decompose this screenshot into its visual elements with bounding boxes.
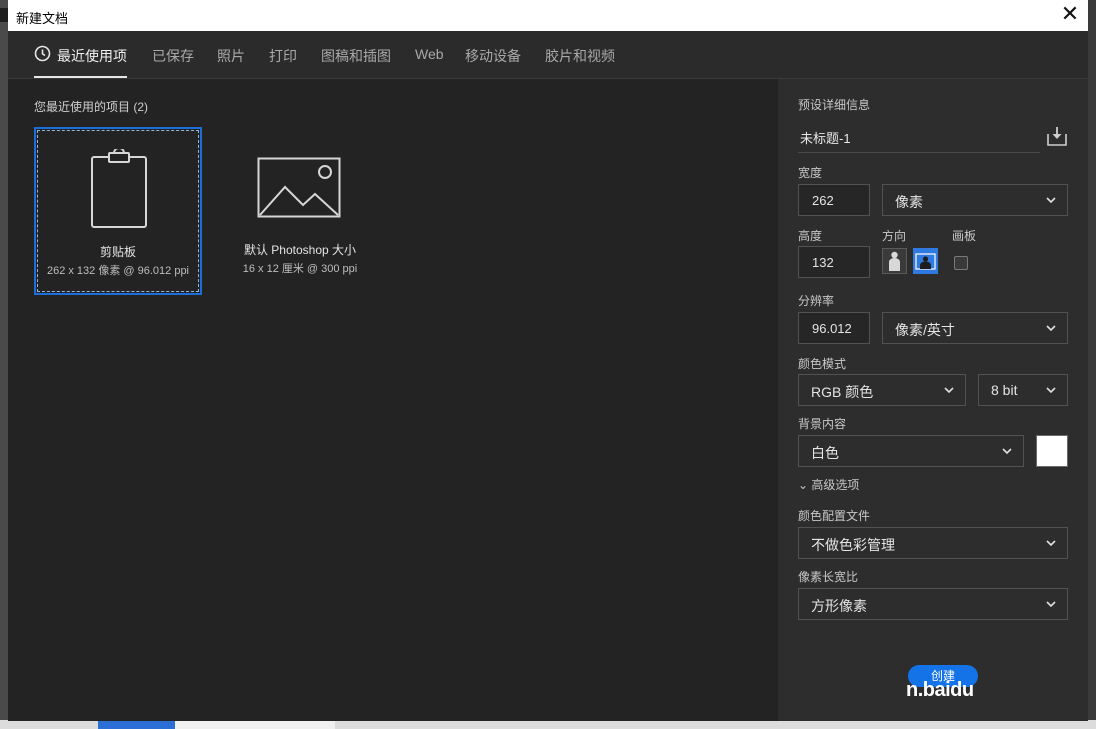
preset-details-heading: 预设详细信息 (798, 98, 871, 112)
tab-recent[interactable]: 最近使用项 (57, 46, 127, 66)
tab-print[interactable]: 打印 (269, 46, 297, 66)
width-unit-value: 像素 (895, 194, 923, 210)
artboard-checkbox[interactable] (954, 256, 968, 270)
recent-item-name: 剪贴板 (99, 245, 136, 259)
pixel-aspect-select[interactable]: 方形像素 (798, 588, 1068, 620)
chevron-down-icon (1046, 540, 1056, 547)
tab-web[interactable]: Web (415, 46, 444, 62)
background-label: 背景内容 (798, 417, 847, 431)
tab-photo[interactable]: 照片 (217, 46, 245, 66)
portrait-icon (889, 251, 900, 271)
window-title: 新建文档 (16, 11, 69, 26)
recent-heading: 您最近使用的项目 (2) (34, 100, 149, 114)
recent-items-panel: 您最近使用的项目 (2) 剪贴板 262 x 132 像素 @ 96.012 p… (8, 79, 778, 721)
width-input[interactable]: 262 (798, 184, 870, 216)
resolution-input[interactable]: 96.012 (798, 312, 870, 344)
chevron-down-icon: ⌄ (798, 478, 809, 492)
tab-art-illustration[interactable]: 图稿和插图 (321, 46, 391, 66)
chevron-down-icon (1046, 325, 1056, 332)
color-profile-label: 颜色配置文件 (798, 509, 871, 523)
resolution-label: 分辨率 (798, 294, 835, 308)
image-icon (257, 157, 341, 218)
tab-film-video[interactable]: 胶片和视频 (545, 46, 615, 66)
background-taskbar (0, 720, 1096, 729)
color-mode-value: RGB 颜色 (811, 384, 874, 400)
background-value: 白色 (811, 445, 839, 461)
chevron-down-icon (1046, 197, 1056, 204)
orientation-label: 方向 (882, 229, 907, 243)
color-mode-select[interactable]: RGB 颜色 (798, 374, 966, 406)
recent-item-name: 默认 Photoshop 大小 (243, 243, 357, 257)
portrait-orientation-button[interactable] (882, 248, 907, 274)
chevron-down-icon (1046, 387, 1056, 394)
preset-details-panel: 预设详细信息 未标题-1 宽度 262 像素 高度 方向 画板 132 分辨率 … (778, 79, 1088, 721)
title-bar: 新建文档 ✕ (8, 0, 1088, 31)
document-name-field[interactable]: 未标题-1 (798, 121, 1040, 153)
save-preset-icon[interactable] (1046, 125, 1068, 147)
width-label: 宽度 (798, 166, 823, 180)
width-unit-select[interactable]: 像素 (882, 184, 1068, 216)
bit-depth-value: 8 bit (991, 382, 1018, 398)
color-profile-value: 不做色彩管理 (811, 537, 895, 553)
recent-item-clipboard[interactable]: 剪贴板 262 x 132 像素 @ 96.012 ppi (34, 127, 202, 295)
watermark: n.baidu (906, 679, 974, 701)
close-button[interactable]: ✕ (1058, 3, 1082, 27)
background-color-swatch[interactable] (1036, 435, 1068, 467)
resolution-unit-value: 像素/英寸 (895, 322, 955, 338)
color-profile-select[interactable]: 不做色彩管理 (798, 527, 1068, 559)
landscape-orientation-button[interactable] (913, 248, 938, 274)
chevron-down-icon (1002, 448, 1012, 455)
height-label: 高度 (798, 229, 823, 243)
artboard-label: 画板 (952, 229, 977, 243)
chevron-down-icon (944, 387, 954, 394)
clock-icon (34, 45, 51, 62)
clipboard-icon (91, 149, 147, 228)
recent-item-meta: 16 x 12 厘米 @ 300 ppi (242, 263, 358, 275)
recent-item-default-size[interactable]: 默认 Photoshop 大小 16 x 12 厘米 @ 300 ppi (216, 127, 384, 295)
bit-depth-select[interactable]: 8 bit (978, 374, 1068, 406)
active-tab-underline (34, 76, 127, 78)
color-mode-label: 颜色模式 (798, 357, 847, 371)
new-document-dialog: 新建文档 ✕ 最近使用项 已保存 照片 打印 图稿和插图 Web 移动设备 胶片… (8, 0, 1088, 721)
background-app-left-edge (0, 0, 8, 729)
pixel-aspect-label: 像素长宽比 (798, 570, 859, 584)
preset-tabs: 最近使用项 已保存 照片 打印 图稿和插图 Web 移动设备 胶片和视频 (8, 31, 1088, 79)
tab-saved[interactable]: 已保存 (152, 46, 194, 66)
landscape-icon (915, 253, 936, 270)
resolution-unit-select[interactable]: 像素/英寸 (882, 312, 1068, 344)
pixel-aspect-value: 方形像素 (811, 598, 867, 614)
height-input[interactable]: 132 (798, 246, 870, 278)
advanced-options-label: 高级选项 (811, 478, 860, 492)
tab-mobile[interactable]: 移动设备 (465, 46, 521, 66)
background-select[interactable]: 白色 (798, 435, 1024, 467)
advanced-options-toggle[interactable]: ⌄ 高级选项 (798, 476, 859, 493)
chevron-down-icon (1046, 601, 1056, 608)
recent-item-meta: 262 x 132 像素 @ 96.012 ppi (46, 265, 190, 277)
background-app-right-edge (1088, 0, 1096, 729)
